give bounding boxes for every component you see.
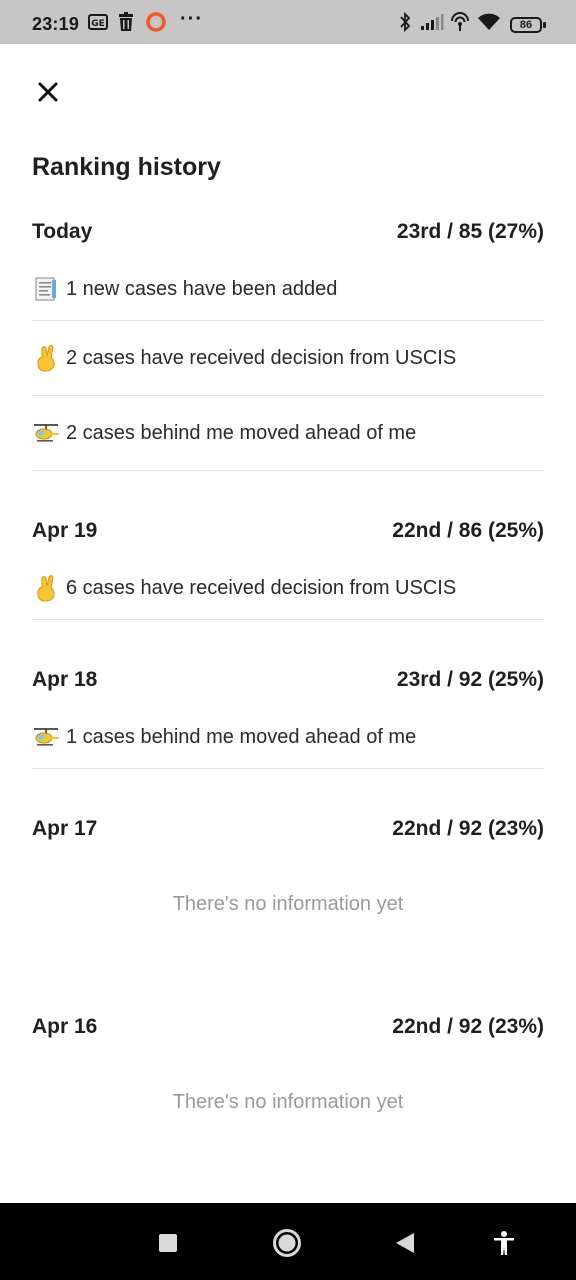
event-row[interactable]: 2 cases behind me moved ahead of me (32, 396, 544, 471)
event-row[interactable]: 2 cases have received decision from USCI… (32, 321, 544, 396)
recents-button[interactable] (148, 1223, 188, 1263)
signal-icon (420, 12, 444, 32)
event-text: 2 cases behind me moved ahead of me (66, 421, 417, 444)
day-rank: 22nd / 92 (23%) (392, 817, 544, 840)
empty-message: There's no information yet (172, 893, 404, 915)
back-triangle-icon (396, 1233, 414, 1253)
day-header-apr-16: Apr 16 22nd / 92 (23%) (32, 1012, 544, 1042)
status-bar: 23:19 GE ··· 86 (0, 0, 576, 44)
page-title: Ranking history (32, 153, 221, 181)
day-rank: 23rd / 92 (25%) (396, 668, 544, 691)
back-button[interactable] (385, 1223, 425, 1263)
record-icon (145, 12, 167, 32)
battery-icon: 86 (510, 17, 546, 33)
document-emoji-icon (32, 275, 60, 303)
day-header-apr-17: Apr 17 22nd / 92 (23%) (32, 814, 544, 844)
accessibility-button[interactable] (484, 1223, 524, 1263)
hotspot-icon (449, 12, 471, 32)
square-icon (159, 1234, 177, 1252)
close-icon (38, 82, 58, 102)
wifi-icon (477, 12, 501, 32)
day-date: Apr 18 (32, 668, 98, 691)
home-button[interactable] (267, 1223, 307, 1263)
helicopter-emoji-icon (32, 723, 60, 751)
day-rank: 23rd / 85 (27%) (396, 220, 544, 243)
more-notifications-icon: ··· (180, 8, 203, 30)
day-date: Apr 19 (32, 519, 98, 542)
event-row[interactable]: 1 new cases have been added (32, 258, 544, 321)
event-text: 2 cases have received decision from USCI… (66, 346, 457, 369)
day-header-apr-18: Apr 18 23rd / 92 (25%) (32, 665, 544, 695)
bluetooth-icon (398, 12, 412, 32)
ge-icon: GE (88, 12, 108, 32)
event-row[interactable]: 6 cases have received decision from USCI… (32, 557, 544, 620)
event-row[interactable]: 1 cases behind me moved ahead of me (32, 706, 544, 769)
trash-icon (117, 12, 135, 32)
day-date: Today (32, 220, 93, 243)
close-button[interactable] (30, 74, 66, 110)
crossed-fingers-emoji-icon (32, 344, 60, 372)
day-date: Apr 17 (32, 817, 98, 840)
day-rank: 22nd / 86 (25%) (392, 519, 544, 542)
system-nav-bar (0, 1203, 576, 1280)
day-rank: 22nd / 92 (23%) (392, 1015, 544, 1038)
event-text: 6 cases have received decision from USCI… (66, 576, 457, 599)
svg-text:GE: GE (91, 19, 105, 29)
empty-message: There's no information yet (172, 1091, 404, 1113)
day-header-apr-19: Apr 19 22nd / 86 (25%) (32, 516, 544, 546)
status-time: 23:19 (32, 14, 80, 34)
event-text: 1 new cases have been added (66, 277, 338, 300)
helicopter-emoji-icon (32, 419, 60, 447)
day-date: Apr 16 (32, 1015, 98, 1038)
day-header-today: Today 23rd / 85 (27%) (32, 217, 544, 247)
accessibility-icon (494, 1231, 514, 1255)
home-circle-icon (273, 1229, 301, 1257)
crossed-fingers-emoji-icon (32, 574, 60, 602)
event-text: 1 cases behind me moved ahead of me (66, 725, 417, 748)
